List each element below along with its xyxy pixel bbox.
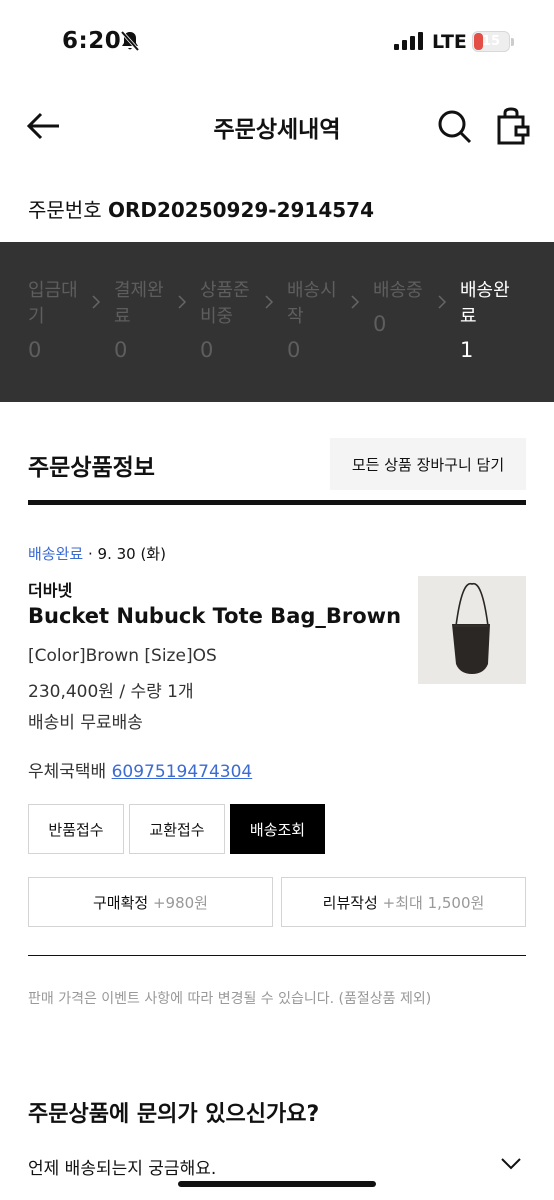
status-date: · 9. 30 (화) bbox=[87, 545, 166, 563]
step-preparing: 상품준비중 0 bbox=[200, 280, 250, 362]
order-number-value: ORD20250929-2914574 bbox=[107, 198, 375, 222]
courier-name: 우체국택배 bbox=[28, 762, 107, 782]
step-payment-complete: 결제완료 0 bbox=[114, 280, 164, 362]
chevron-right-icon bbox=[265, 295, 274, 309]
signal-icon bbox=[394, 32, 423, 50]
order-progress: 입금대기 0 결제완료 0 상품준비중 0 배송시작 0 배송중 0 배송완료 … bbox=[0, 242, 554, 402]
chevron-right-icon bbox=[92, 295, 101, 309]
chevron-right-icon bbox=[178, 295, 187, 309]
brand-name[interactable]: 더바넷 bbox=[28, 577, 72, 601]
price-notice: 판매 가격은 이벤트 사항에 따라 변경될 수 있습니다. (품절상품 제외) bbox=[28, 991, 432, 1007]
confirm-purchase-label: 구매확정 bbox=[93, 893, 149, 912]
battery-level-text: 15 bbox=[481, 34, 501, 49]
return-request-button[interactable]: 반품접수 bbox=[28, 804, 124, 854]
chevron-down-icon[interactable] bbox=[500, 1157, 522, 1171]
divider bbox=[28, 955, 526, 956]
status-time: 6:20 bbox=[62, 28, 122, 54]
write-review-label: 리뷰작성 bbox=[322, 893, 378, 912]
chevron-right-icon bbox=[438, 295, 447, 309]
bell-muted-icon bbox=[120, 30, 140, 52]
status-bar: 6:20 LTE 15 bbox=[0, 0, 554, 84]
battery-icon: 15 bbox=[472, 31, 510, 52]
inquiry-title: 주문상품에 문의가 있으신가요? bbox=[28, 1102, 320, 1127]
write-review-bonus: +최대 1,500원 bbox=[382, 893, 485, 912]
product-name[interactable]: Bucket Nubuck Tote Bag_Brown bbox=[28, 604, 401, 628]
product-price-quantity: 230,400원 / 수량 1개 bbox=[28, 682, 194, 702]
order-number: 주문번호 ORD20250929-2914574 bbox=[28, 194, 374, 223]
tracking-info: 우체국택배 6097519474304 bbox=[28, 757, 252, 782]
track-delivery-button[interactable]: 배송조회 bbox=[230, 804, 325, 854]
order-number-label: 주문번호 bbox=[28, 198, 102, 222]
nav-header: 주문상세내역 bbox=[0, 96, 554, 156]
shipping-fee: 배송비 무료배송 bbox=[28, 713, 143, 733]
section-divider bbox=[28, 500, 526, 505]
step-shipping-started: 배송시작 0 bbox=[287, 280, 337, 362]
product-options: [Color]Brown [Size]OS bbox=[28, 646, 217, 666]
delivery-status: 배송완료 · 9. 30 (화) bbox=[28, 543, 166, 564]
add-all-to-cart-button[interactable]: 모든 상품 장바구니 담기 bbox=[330, 438, 526, 490]
tracking-number-link[interactable]: 6097519474304 bbox=[112, 762, 253, 782]
write-review-button[interactable]: 리뷰작성 +최대 1,500원 bbox=[281, 877, 526, 927]
confirm-purchase-bonus: +980원 bbox=[152, 893, 208, 912]
step-delivered: 배송완료 1 bbox=[460, 280, 510, 362]
chevron-right-icon bbox=[351, 295, 360, 309]
network-label: LTE bbox=[432, 31, 467, 53]
bag-photo bbox=[418, 576, 526, 684]
shopping-bag-icon[interactable] bbox=[496, 107, 530, 145]
confirm-purchase-button[interactable]: 구매확정 +980원 bbox=[28, 877, 273, 927]
status-badge: 배송완료 bbox=[28, 545, 84, 563]
step-in-transit: 배송중 0 bbox=[373, 280, 423, 336]
section-title: 주문상품정보 bbox=[28, 455, 155, 481]
faq-item[interactable]: 언제 배송되는지 궁금해요. bbox=[28, 1154, 216, 1179]
exchange-request-button[interactable]: 교환접수 bbox=[129, 804, 225, 854]
product-thumbnail[interactable] bbox=[418, 576, 526, 684]
search-icon[interactable] bbox=[436, 108, 472, 144]
step-waiting-payment: 입금대기 0 bbox=[28, 280, 78, 362]
home-indicator bbox=[178, 1181, 376, 1187]
